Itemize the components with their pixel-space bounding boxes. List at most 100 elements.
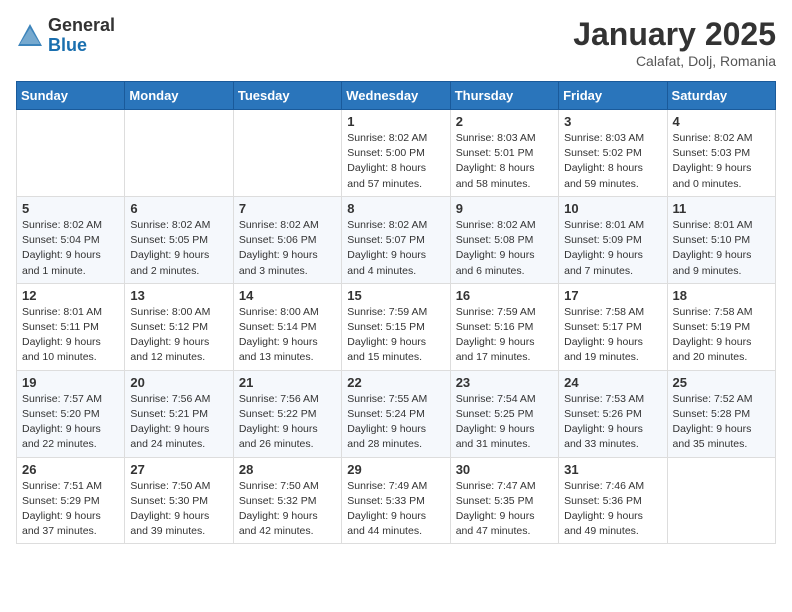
calendar-cell: 5 Sunrise: 8:02 AMSunset: 5:04 PMDaylight… bbox=[17, 196, 125, 283]
day-info: Sunrise: 7:55 AMSunset: 5:24 PMDaylight:… bbox=[347, 392, 444, 453]
page-header: General Blue January 2025 Calafat, Dolj,… bbox=[16, 16, 776, 69]
day-info: Sunrise: 7:58 AMSunset: 5:19 PMDaylight:… bbox=[673, 305, 770, 366]
day-number: 2 bbox=[456, 114, 553, 129]
logo-icon bbox=[16, 22, 44, 50]
month-title: January 2025 bbox=[573, 16, 776, 53]
day-info: Sunrise: 7:51 AMSunset: 5:29 PMDaylight:… bbox=[22, 479, 119, 540]
day-number: 30 bbox=[456, 462, 553, 477]
day-number: 1 bbox=[347, 114, 444, 129]
weekday-header: Saturday bbox=[667, 82, 775, 110]
day-number: 12 bbox=[22, 288, 119, 303]
calendar-cell: 14 Sunrise: 8:00 AMSunset: 5:14 PMDayligh… bbox=[233, 283, 341, 370]
day-info: Sunrise: 7:58 AMSunset: 5:17 PMDaylight:… bbox=[564, 305, 661, 366]
logo-blue: Blue bbox=[48, 36, 115, 56]
day-info: Sunrise: 8:00 AMSunset: 5:12 PMDaylight:… bbox=[130, 305, 227, 366]
calendar: SundayMondayTuesdayWednesdayThursdayFrid… bbox=[16, 81, 776, 544]
day-info: Sunrise: 8:03 AMSunset: 5:01 PMDaylight:… bbox=[456, 131, 553, 192]
weekday-header: Wednesday bbox=[342, 82, 450, 110]
calendar-cell: 21 Sunrise: 7:56 AMSunset: 5:22 PMDayligh… bbox=[233, 370, 341, 457]
day-number: 3 bbox=[564, 114, 661, 129]
calendar-cell: 10 Sunrise: 8:01 AMSunset: 5:09 PMDayligh… bbox=[559, 196, 667, 283]
day-number: 17 bbox=[564, 288, 661, 303]
day-number: 15 bbox=[347, 288, 444, 303]
calendar-week-row: 1Sunrise: 8:02 AMSunset: 5:00 PMDaylight… bbox=[17, 110, 776, 197]
logo: General Blue bbox=[16, 16, 115, 56]
day-info: Sunrise: 8:01 AMSunset: 5:09 PMDaylight:… bbox=[564, 218, 661, 279]
day-number: 27 bbox=[130, 462, 227, 477]
day-info: Sunrise: 8:02 AMSunset: 5:04 PMDaylight:… bbox=[22, 218, 119, 279]
day-info: Sunrise: 8:01 AMSunset: 5:11 PMDaylight:… bbox=[22, 305, 119, 366]
weekday-header: Friday bbox=[559, 82, 667, 110]
calendar-cell: 17 Sunrise: 7:58 AMSunset: 5:17 PMDayligh… bbox=[559, 283, 667, 370]
calendar-cell: 16Sunrise: 7:59 AMSunset: 5:16 PMDayligh… bbox=[450, 283, 558, 370]
day-info: Sunrise: 8:02 AMSunset: 5:03 PMDaylight:… bbox=[673, 131, 770, 192]
day-info: Sunrise: 7:59 AMSunset: 5:16 PMDaylight:… bbox=[456, 305, 553, 366]
day-number: 4 bbox=[673, 114, 770, 129]
day-info: Sunrise: 7:50 AMSunset: 5:32 PMDaylight:… bbox=[239, 479, 336, 540]
calendar-cell: 7Sunrise: 8:02 AMSunset: 5:06 PMDaylight… bbox=[233, 196, 341, 283]
calendar-cell: 20 Sunrise: 7:56 AMSunset: 5:21 PMDayligh… bbox=[125, 370, 233, 457]
calendar-cell bbox=[233, 110, 341, 197]
day-number: 10 bbox=[564, 201, 661, 216]
calendar-cell: 28 Sunrise: 7:50 AMSunset: 5:32 PMDayligh… bbox=[233, 457, 341, 544]
day-info: Sunrise: 7:56 AMSunset: 5:21 PMDaylight:… bbox=[130, 392, 227, 453]
calendar-cell: 23 Sunrise: 7:54 AMSunset: 5:25 PMDayligh… bbox=[450, 370, 558, 457]
weekday-header: Sunday bbox=[17, 82, 125, 110]
day-info: Sunrise: 7:56 AMSunset: 5:22 PMDaylight:… bbox=[239, 392, 336, 453]
calendar-cell: 27 Sunrise: 7:50 AMSunset: 5:30 PMDayligh… bbox=[125, 457, 233, 544]
day-number: 23 bbox=[456, 375, 553, 390]
logo-general: General bbox=[48, 16, 115, 36]
calendar-cell: 3 Sunrise: 8:03 AMSunset: 5:02 PMDaylight… bbox=[559, 110, 667, 197]
calendar-week-row: 12 Sunrise: 8:01 AMSunset: 5:11 PMDayligh… bbox=[17, 283, 776, 370]
weekday-header: Tuesday bbox=[233, 82, 341, 110]
title-block: January 2025 Calafat, Dolj, Romania bbox=[573, 16, 776, 69]
day-info: Sunrise: 7:54 AMSunset: 5:25 PMDaylight:… bbox=[456, 392, 553, 453]
day-info: Sunrise: 8:02 AMSunset: 5:06 PMDaylight:… bbox=[239, 218, 336, 279]
day-info: Sunrise: 7:59 AMSunset: 5:15 PMDaylight:… bbox=[347, 305, 444, 366]
calendar-cell: 22 Sunrise: 7:55 AMSunset: 5:24 PMDayligh… bbox=[342, 370, 450, 457]
day-number: 26 bbox=[22, 462, 119, 477]
day-info: Sunrise: 8:00 AMSunset: 5:14 PMDaylight:… bbox=[239, 305, 336, 366]
calendar-cell bbox=[125, 110, 233, 197]
calendar-cell: 4 Sunrise: 8:02 AMSunset: 5:03 PMDaylight… bbox=[667, 110, 775, 197]
weekday-header: Monday bbox=[125, 82, 233, 110]
calendar-cell bbox=[17, 110, 125, 197]
day-info: Sunrise: 7:52 AMSunset: 5:28 PMDaylight:… bbox=[673, 392, 770, 453]
day-number: 24 bbox=[564, 375, 661, 390]
day-info: Sunrise: 8:03 AMSunset: 5:02 PMDaylight:… bbox=[564, 131, 661, 192]
day-number: 9 bbox=[456, 201, 553, 216]
calendar-week-row: 19Sunrise: 7:57 AMSunset: 5:20 PMDayligh… bbox=[17, 370, 776, 457]
day-info: Sunrise: 8:02 AMSunset: 5:07 PMDaylight:… bbox=[347, 218, 444, 279]
day-number: 22 bbox=[347, 375, 444, 390]
calendar-cell: 1Sunrise: 8:02 AMSunset: 5:00 PMDaylight… bbox=[342, 110, 450, 197]
day-number: 25 bbox=[673, 375, 770, 390]
day-number: 18 bbox=[673, 288, 770, 303]
calendar-cell: 13Sunrise: 8:00 AMSunset: 5:12 PMDayligh… bbox=[125, 283, 233, 370]
calendar-cell: 9 Sunrise: 8:02 AMSunset: 5:08 PMDaylight… bbox=[450, 196, 558, 283]
location: Calafat, Dolj, Romania bbox=[573, 53, 776, 69]
day-info: Sunrise: 8:02 AMSunset: 5:08 PMDaylight:… bbox=[456, 218, 553, 279]
day-info: Sunrise: 8:02 AMSunset: 5:05 PMDaylight:… bbox=[130, 218, 227, 279]
day-number: 31 bbox=[564, 462, 661, 477]
day-number: 14 bbox=[239, 288, 336, 303]
day-number: 28 bbox=[239, 462, 336, 477]
calendar-cell: 19Sunrise: 7:57 AMSunset: 5:20 PMDayligh… bbox=[17, 370, 125, 457]
calendar-week-row: 26 Sunrise: 7:51 AMSunset: 5:29 PMDayligh… bbox=[17, 457, 776, 544]
calendar-cell: 8Sunrise: 8:02 AMSunset: 5:07 PMDaylight… bbox=[342, 196, 450, 283]
day-info: Sunrise: 7:46 AMSunset: 5:36 PMDaylight:… bbox=[564, 479, 661, 540]
day-number: 6 bbox=[130, 201, 227, 216]
day-number: 20 bbox=[130, 375, 227, 390]
calendar-cell bbox=[667, 457, 775, 544]
calendar-week-row: 5 Sunrise: 8:02 AMSunset: 5:04 PMDaylight… bbox=[17, 196, 776, 283]
calendar-cell: 25 Sunrise: 7:52 AMSunset: 5:28 PMDayligh… bbox=[667, 370, 775, 457]
weekday-header: Thursday bbox=[450, 82, 558, 110]
logo-text: General Blue bbox=[48, 16, 115, 56]
day-info: Sunrise: 7:53 AMSunset: 5:26 PMDaylight:… bbox=[564, 392, 661, 453]
day-number: 21 bbox=[239, 375, 336, 390]
calendar-cell: 18 Sunrise: 7:58 AMSunset: 5:19 PMDayligh… bbox=[667, 283, 775, 370]
calendar-cell: 2 Sunrise: 8:03 AMSunset: 5:01 PMDaylight… bbox=[450, 110, 558, 197]
calendar-cell: 30Sunrise: 7:47 AMSunset: 5:35 PMDayligh… bbox=[450, 457, 558, 544]
day-info: Sunrise: 7:50 AMSunset: 5:30 PMDaylight:… bbox=[130, 479, 227, 540]
calendar-cell: 6 Sunrise: 8:02 AMSunset: 5:05 PMDaylight… bbox=[125, 196, 233, 283]
day-number: 5 bbox=[22, 201, 119, 216]
